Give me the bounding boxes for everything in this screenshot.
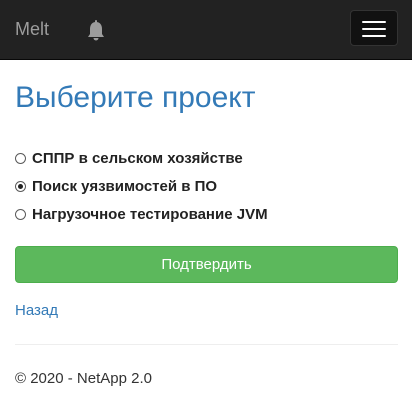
project-radio-group: СППР в сельском хозяйстве Поиск уязвимос… bbox=[15, 148, 395, 232]
menu-toggle-button[interactable] bbox=[350, 10, 398, 46]
project-option-3[interactable]: Нагрузочное тестирование JVM bbox=[15, 204, 395, 224]
radio-button[interactable] bbox=[15, 209, 26, 220]
footer-divider bbox=[15, 344, 398, 345]
project-option-label[interactable]: Нагрузочное тестирование JVM bbox=[32, 205, 268, 225]
top-navbar: Melt bbox=[0, 0, 412, 60]
project-option-label[interactable]: СППР в сельском хозяйстве bbox=[32, 149, 243, 169]
bell-icon[interactable] bbox=[86, 20, 106, 42]
radio-button-selected[interactable] bbox=[15, 181, 26, 192]
project-option-label[interactable]: Поиск уязвимостей в ПО bbox=[32, 177, 217, 197]
confirm-button[interactable]: Подтвердить bbox=[15, 246, 398, 283]
footer-copyright: © 2020 - NetApp 2.0 bbox=[15, 370, 152, 387]
project-option-2[interactable]: Поиск уязвимостей в ПО bbox=[15, 176, 395, 196]
hamburger-menu-icon bbox=[362, 35, 386, 37]
hamburger-menu-icon bbox=[362, 21, 386, 23]
page-title: Выберите проект bbox=[15, 81, 256, 114]
bell-icon-graphic bbox=[88, 20, 104, 41]
project-option-1[interactable]: СППР в сельском хозяйстве bbox=[15, 148, 395, 168]
brand-link[interactable]: Melt bbox=[15, 19, 49, 39]
back-link[interactable]: Назад bbox=[15, 301, 58, 321]
radio-button[interactable] bbox=[15, 153, 26, 164]
hamburger-menu-icon bbox=[362, 28, 386, 30]
